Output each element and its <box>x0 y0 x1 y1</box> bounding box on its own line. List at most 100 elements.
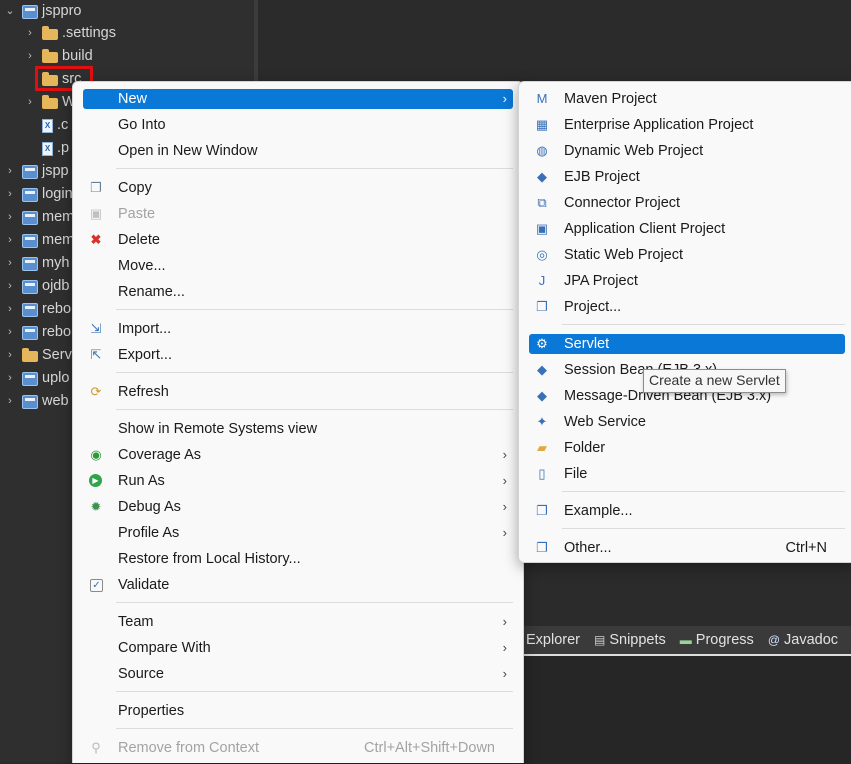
chevron-right-icon[interactable]: › <box>4 321 16 344</box>
tree-item-project[interactable]: › web <box>4 390 68 413</box>
other-wizard-icon: ❐ <box>536 540 548 555</box>
chevron-down-icon[interactable]: ⌄ <box>4 0 16 23</box>
tree-item-settings[interactable]: › .settings <box>24 22 116 45</box>
menu-item-rename[interactable]: Rename... <box>83 282 513 302</box>
connector-icon: ⧉ <box>537 195 547 210</box>
menu-item-show-remote[interactable]: Show in Remote Systems view <box>83 419 513 439</box>
menu-label: Validate <box>118 577 170 593</box>
menu-item-remove-context: ⚲ Remove from Context Ctrl+Alt+Shift+Dow… <box>83 738 513 758</box>
menu-item-debug-as[interactable]: ✹ Debug As › <box>83 497 513 517</box>
chevron-right-icon[interactable]: › <box>4 390 16 413</box>
menu-item-validate[interactable]: ✓ Validate <box>83 575 513 595</box>
chevron-right-icon[interactable]: › <box>4 367 16 390</box>
submenu-item-connector-project[interactable]: ⧉ Connector Project <box>529 193 845 213</box>
submenu-item-other[interactable]: ❐ Other... Ctrl+N <box>529 538 845 558</box>
tree-item-build[interactable]: › build <box>24 45 92 68</box>
menu-label: JPA Project <box>564 273 638 289</box>
menu-label: Refresh <box>118 384 169 400</box>
submenu-item-web-service[interactable]: ✦ Web Service <box>529 412 845 432</box>
menu-item-move[interactable]: Move... <box>83 256 513 276</box>
chevron-right-icon[interactable]: › <box>24 22 36 45</box>
chevron-right-icon[interactable]: › <box>4 275 16 298</box>
project-icon <box>22 279 38 294</box>
menu-item-copy[interactable]: ❐ Copy <box>83 178 513 198</box>
submenu-item-dynamic-web[interactable]: ◍ Dynamic Web Project <box>529 141 845 161</box>
tree-item-servers[interactable]: › Serv <box>4 344 72 367</box>
menu-label: File <box>564 466 588 482</box>
submenu-item-example[interactable]: ❐ Example... <box>529 501 845 521</box>
menu-item-go-into[interactable]: Go Into <box>83 115 513 135</box>
tree-item-project[interactable]: › mem <box>4 206 74 229</box>
folder-icon <box>42 49 58 63</box>
submenu-item-folder[interactable]: ▰ Folder <box>529 438 845 458</box>
menu-item-restore-history[interactable]: Restore from Local History... <box>83 549 513 569</box>
project-icon <box>22 325 38 340</box>
submenu-item-jpa-project[interactable]: J JPA Project <box>529 271 845 291</box>
debug-bug-icon: ✹ <box>90 499 102 514</box>
chevron-right-icon[interactable]: › <box>24 91 36 114</box>
submenu-item-project[interactable]: ❐ Project... <box>529 297 845 317</box>
chevron-right-icon[interactable]: › <box>24 45 36 68</box>
chevron-right-icon[interactable]: › <box>4 298 16 321</box>
menu-item-compare-with[interactable]: Compare With › <box>83 638 513 658</box>
chevron-right-icon[interactable]: › <box>4 160 16 183</box>
submenu-item-servlet[interactable]: ⚙ Servlet <box>529 334 845 354</box>
progress-icon: ▬ <box>679 633 692 647</box>
menu-label: Open in New Window <box>118 143 258 159</box>
menu-item-coverage-as[interactable]: ◉ Coverage As › <box>83 445 513 465</box>
validate-check-icon: ✓ <box>90 579 103 592</box>
chevron-right-icon[interactable]: › <box>4 252 16 275</box>
tab-snippets[interactable]: ▤ Snippets <box>594 632 666 648</box>
chevron-right-icon[interactable]: › <box>4 344 16 367</box>
chevron-right-icon[interactable]: › <box>4 206 16 229</box>
tree-item-project[interactable]: › uplo <box>4 367 69 390</box>
submenu-item-static-web[interactable]: ◎ Static Web Project <box>529 245 845 265</box>
submenu-item-file[interactable]: ▯ File <box>529 464 845 484</box>
chevron-right-icon: › <box>502 640 507 655</box>
folder-icon: ▰ <box>537 440 547 455</box>
menu-item-properties[interactable]: Properties <box>83 701 513 721</box>
menu-item-new[interactable]: New › <box>83 89 513 109</box>
tree-item-project[interactable]: › mem <box>4 229 74 252</box>
tree-item-label: uplo <box>42 370 70 386</box>
menu-item-delete[interactable]: ✖ Delete <box>83 230 513 250</box>
menu-label: Folder <box>564 440 606 456</box>
submenu-item-app-client[interactable]: ▣ Application Client Project <box>529 219 845 239</box>
menu-item-source[interactable]: Source › <box>83 664 513 684</box>
tree-item-label: .settings <box>62 25 116 41</box>
menu-shortcut: Ctrl+Alt+Shift+Down <box>364 740 495 756</box>
tree-item-project[interactable]: › jspp <box>4 160 68 183</box>
tree-item-label: ojdb <box>42 278 70 294</box>
tree-item-project[interactable]: › ojdb <box>4 275 69 298</box>
menu-item-refresh[interactable]: ⟳ Refresh <box>83 382 513 402</box>
menu-item-import[interactable]: ⇲ Import... <box>83 319 513 339</box>
menu-item-profile-as[interactable]: Profile As › <box>83 523 513 543</box>
menu-label: Move... <box>118 258 166 274</box>
submenu-item-ejb-project[interactable]: ◆ EJB Project <box>529 167 845 187</box>
tree-item-project[interactable]: › rebo <box>4 298 71 321</box>
tree-item-label: login <box>42 186 73 202</box>
menu-item-run-as[interactable]: ▶ Run As › <box>83 471 513 491</box>
submenu-item-maven-project[interactable]: M Maven Project <box>529 89 845 109</box>
tab-javadoc[interactable]: @ Javadoc <box>768 632 838 648</box>
tab-progress[interactable]: ▬ Progress <box>680 632 754 648</box>
jpa-project-icon: J <box>538 273 546 288</box>
tree-item-project[interactable]: › rebo <box>4 321 71 344</box>
menu-item-team[interactable]: Team › <box>83 612 513 632</box>
tree-item-jsppro[interactable]: ⌄ jsppro <box>4 0 81 23</box>
menu-item-export[interactable]: ⇱ Export... <box>83 345 513 365</box>
delete-icon: ✖ <box>90 232 102 247</box>
chevron-right-icon[interactable]: › <box>4 183 16 206</box>
chevron-right-icon[interactable]: › <box>4 229 16 252</box>
tree-item-project[interactable]: › myh <box>4 252 69 275</box>
menu-item-open-new-window[interactable]: Open in New Window <box>83 141 513 161</box>
submenu-item-enterprise-app[interactable]: ▦ Enterprise Application Project <box>529 115 845 135</box>
tree-item-project-file[interactable]: X .p <box>34 137 69 160</box>
tree-item-webcontent[interactable]: › W <box>24 91 76 114</box>
remove-context-icon: ⚲ <box>91 740 101 755</box>
tree-item-label: .p <box>57 140 70 156</box>
tab-explorer[interactable]: Explorer <box>526 632 580 648</box>
app-client-icon: ▣ <box>535 221 549 236</box>
tree-item-classpath[interactable]: X .c <box>34 114 68 137</box>
tree-item-project[interactable]: › login <box>4 183 73 206</box>
